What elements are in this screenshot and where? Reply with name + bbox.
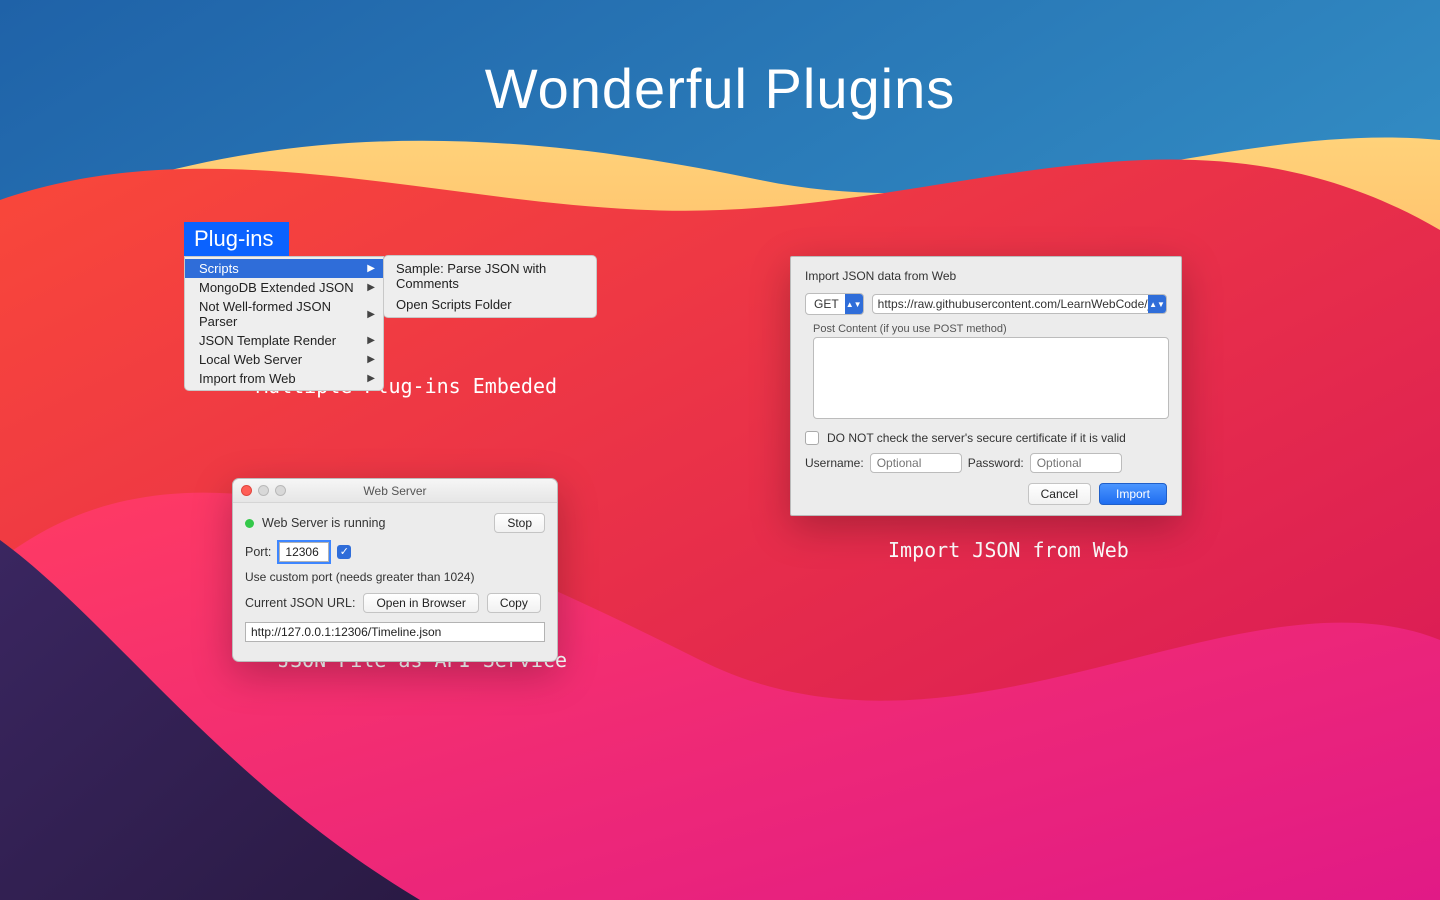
submenu-openfolder[interactable]: Open Scripts Folder [384,294,596,315]
url-input[interactable] [245,622,545,642]
ssl-ignore-label: DO NOT check the server's secure certifi… [827,431,1126,445]
menu-item-importweb[interactable]: Import from Web ▶ [185,369,383,388]
import-button[interactable]: Import [1099,483,1167,505]
import-web-dialog: Import JSON data from Web GET ▲▼ https:/… [790,256,1182,516]
menu-panel: Scripts ▶ MongoDB Extended JSON ▶ Not We… [184,256,384,391]
zoom-icon[interactable] [275,485,286,496]
password-input[interactable] [1030,453,1122,473]
plugins-menu: Plug-ins Scripts ▶ MongoDB Extended JSON… [184,222,384,391]
menu-item-webserver[interactable]: Local Web Server ▶ [185,350,383,369]
password-label: Password: [968,456,1024,470]
chevron-right-icon: ▶ [367,335,375,346]
close-icon[interactable] [241,485,252,496]
stop-button[interactable]: Stop [494,513,545,533]
submenu-sample[interactable]: Sample: Parse JSON with Comments [384,258,596,294]
minimize-icon[interactable] [258,485,269,496]
status-running-icon [245,519,254,528]
chevron-right-icon: ▶ [367,263,375,274]
webserver-window: Web Server Web Server is running Stop Po… [232,478,558,662]
menu-item-template[interactable]: JSON Template Render ▶ [185,331,383,350]
menu-item-label: Not Well-formed JSON Parser [199,299,367,329]
cancel-button[interactable]: Cancel [1028,483,1091,505]
menu-item-label: Local Web Server [199,352,302,367]
post-content-textarea[interactable] [813,337,1169,419]
menu-item-label: Scripts [199,261,239,276]
caption-import: Import JSON from Web [888,538,1129,562]
url-label: Current JSON URL: [245,596,355,610]
ssl-ignore-checkbox[interactable] [805,431,819,445]
dialog-heading: Import JSON data from Web [805,269,1167,283]
window-titlebar: Web Server [233,479,557,503]
port-label: Port: [245,545,271,559]
submenu-label: Sample: Parse JSON with Comments [396,261,584,291]
copy-button[interactable]: Copy [487,593,541,613]
window-title: Web Server [363,484,426,498]
custom-port-label: Use custom port (needs greater than 1024… [245,570,474,584]
chevron-updown-icon: ▲▼ [845,294,863,314]
chevron-right-icon: ▶ [367,282,375,293]
import-url-value: https://raw.githubusercontent.com/LearnW… [878,297,1167,311]
desktop-wallpaper [0,0,1440,900]
chevron-updown-icon: ▲▼ [1148,295,1166,313]
menu-item-label: Import from Web [199,371,296,386]
status-text: Web Server is running [262,516,385,530]
submenu-label: Open Scripts Folder [396,297,512,312]
menu-item-label: MongoDB Extended JSON [199,280,354,295]
menu-header[interactable]: Plug-ins [184,222,289,256]
chevron-right-icon: ▶ [367,373,375,384]
import-url-input[interactable]: https://raw.githubusercontent.com/LearnW… [872,294,1167,314]
http-method-select[interactable]: GET ▲▼ [805,293,864,315]
chevron-right-icon: ▶ [367,354,375,365]
open-browser-button[interactable]: Open in Browser [363,593,478,613]
page-title: Wonderful Plugins [0,56,1440,121]
scripts-submenu: Sample: Parse JSON with Comments Open Sc… [383,255,597,318]
port-input[interactable] [279,542,329,562]
custom-port-checkbox[interactable]: ✓ [337,545,351,559]
chevron-right-icon: ▶ [367,309,375,320]
http-method-value: GET [806,295,845,313]
username-label: Username: [805,456,864,470]
username-input[interactable] [870,453,962,473]
menu-item-mongodb[interactable]: MongoDB Extended JSON ▶ [185,278,383,297]
traffic-lights [241,485,286,496]
menu-item-label: JSON Template Render [199,333,336,348]
menu-item-scripts[interactable]: Scripts ▶ [185,259,383,278]
menu-item-notwellformed[interactable]: Not Well-formed JSON Parser ▶ [185,297,383,331]
post-content-label: Post Content (if you use POST method) [813,323,1167,335]
